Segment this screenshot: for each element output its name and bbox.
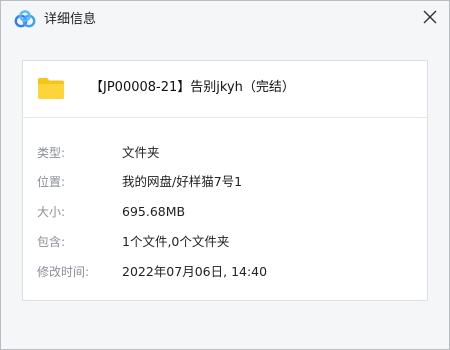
detail-row-type: 类型: 文件夹	[23, 142, 427, 164]
details-panel: 【JP00008-21】告别jkyh（完结） 类型: 文件夹 位置: 我的网盘/…	[22, 60, 428, 301]
detail-value: 我的网盘/好样猫7号1	[122, 174, 243, 189]
detail-row-location: 位置: 我的网盘/好样猫7号1	[23, 171, 427, 193]
detail-value: 1个文件,0个文件夹	[122, 234, 230, 249]
folder-icon	[37, 76, 65, 100]
detail-row-modified: 修改时间: 2022年07月06日, 14:40	[23, 261, 427, 283]
detail-label: 类型:	[37, 146, 66, 160]
file-name: 【JP00008-21】告别jkyh（完结）	[90, 80, 295, 95]
detail-label: 包含:	[37, 235, 66, 249]
cloud-logo-icon	[14, 10, 36, 30]
detail-row-contains: 包含: 1个文件,0个文件夹	[23, 231, 427, 253]
close-icon[interactable]	[419, 6, 441, 28]
detail-value: 695.68MB	[122, 204, 186, 219]
divider	[23, 117, 427, 118]
detail-row-size: 大小: 695.68MB	[23, 201, 427, 223]
details-dialog: 详细信息 【JP00008-21】告别jkyh（完结） 类型: 文件夹 位置: …	[0, 0, 450, 350]
detail-value: 2022年07月06日, 14:40	[122, 264, 268, 279]
detail-value: 文件夹	[122, 145, 160, 160]
dialog-title: 详细信息	[44, 12, 97, 27]
detail-label: 修改时间:	[37, 265, 90, 279]
detail-label: 位置:	[37, 175, 66, 189]
detail-label: 大小:	[37, 205, 66, 219]
title-bar[interactable]: 详细信息	[1, 1, 449, 39]
